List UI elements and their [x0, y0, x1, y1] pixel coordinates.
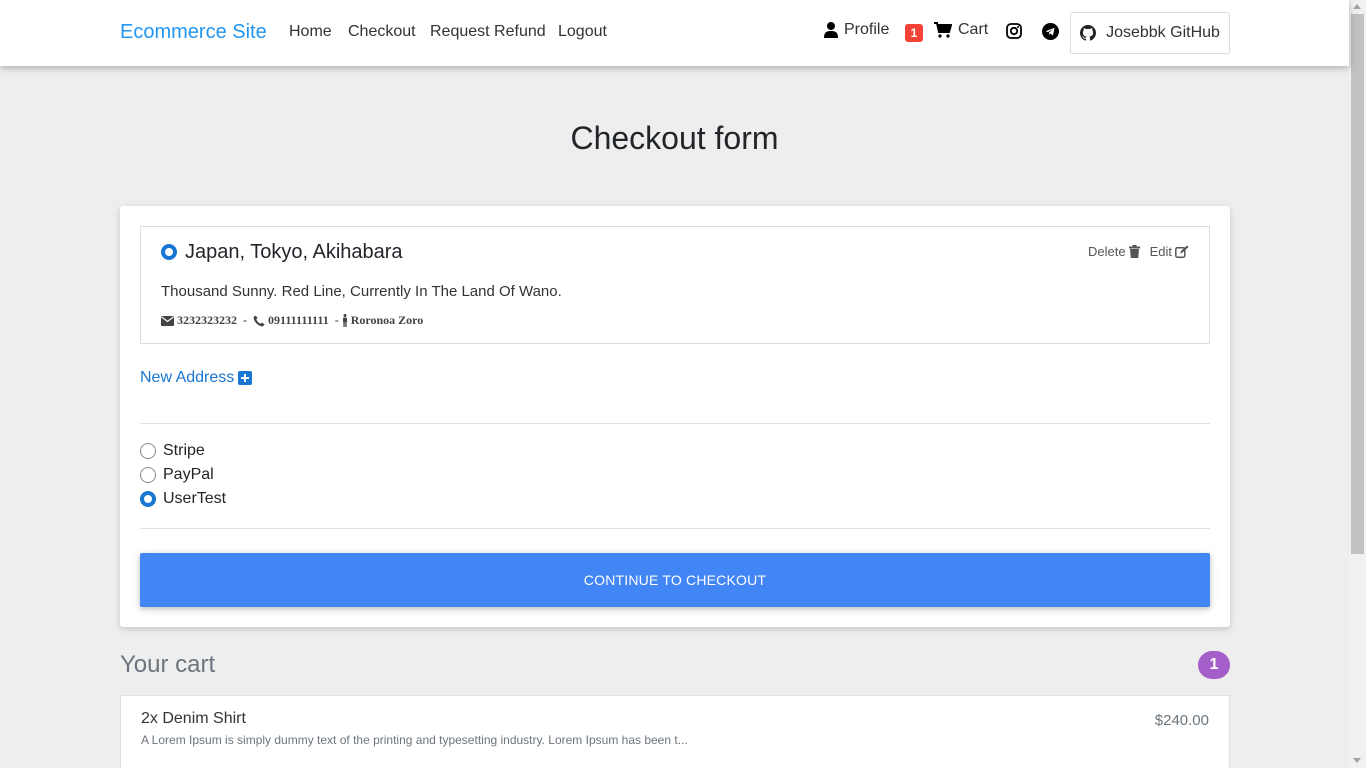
cart-item-description: A Lorem Ipsum is simply dummy text of th…: [141, 733, 688, 747]
telegram-icon: [1042, 23, 1059, 40]
cart-item: 2x Denim Shirt $240.00 A Lorem Ipsum is …: [120, 695, 1230, 768]
scrollbar-thumb[interactable]: [1351, 14, 1364, 554]
brand-link[interactable]: Ecommerce Site: [120, 21, 267, 44]
instagram-link[interactable]: [1006, 23, 1022, 39]
cart-item-name: 2x Denim Shirt: [141, 710, 246, 727]
phone-number: 09111111111: [268, 313, 329, 327]
person-icon: [342, 314, 347, 327]
separator: -: [240, 313, 250, 327]
address-radio[interactable]: [161, 244, 177, 260]
usertest-radio[interactable]: [140, 491, 156, 507]
profile-link[interactable]: Profile: [824, 21, 889, 39]
page-title: Checkout form: [570, 120, 779, 156]
continue-to-checkout-button[interactable]: CONTINUE TO CHECKOUT: [140, 553, 1210, 607]
address-line: Thousand Sunny. Red Line, Currently In T…: [161, 283, 562, 300]
paypal-label: PayPal: [163, 466, 214, 483]
user-icon: [824, 22, 838, 38]
nav-link-request-refund[interactable]: Request Refund: [430, 23, 546, 41]
instagram-icon: [1006, 23, 1022, 39]
cart-heading: Your cart: [120, 651, 216, 678]
github-icon: [1080, 25, 1097, 41]
plus-square-icon: [238, 371, 253, 385]
postal-code: 3232323232: [177, 313, 237, 327]
github-label: Josebbk GitHub: [1106, 24, 1220, 41]
telegram-link[interactable]: [1042, 23, 1059, 40]
address-card[interactable]: Japan, Tokyo, Akihabara Delete Edit Thou…: [140, 226, 1210, 344]
divider: [140, 423, 1210, 424]
cart-icon: [934, 22, 952, 38]
envelope-icon: [161, 315, 174, 326]
usertest-label: UserTest: [163, 490, 227, 507]
separator: -: [331, 313, 339, 327]
cart-link[interactable]: Cart: [934, 21, 988, 39]
recipient-name: Roronoa Zoro: [350, 313, 424, 327]
edit-icon: [1175, 245, 1189, 258]
delete-address-button[interactable]: Delete: [1088, 244, 1140, 259]
phone-icon: [253, 315, 265, 326]
nav-link-logout[interactable]: Logout: [558, 23, 607, 41]
address-details: 3232323232 - 09111111111 - Roronoa Zoro: [161, 313, 423, 328]
cart-count-badge: 1: [905, 24, 923, 42]
edit-label: Edit: [1149, 244, 1172, 259]
payment-option-paypal[interactable]: PayPal: [140, 466, 214, 484]
edit-address-button[interactable]: Edit: [1150, 244, 1189, 259]
github-button[interactable]: Josebbk GitHub: [1070, 12, 1230, 54]
new-address-label: New Address: [140, 369, 235, 386]
new-address-link[interactable]: New Address: [140, 369, 253, 387]
cart-label: Cart: [958, 21, 989, 38]
nav-link-checkout[interactable]: Checkout: [348, 23, 416, 41]
address-actions: Delete Edit: [1088, 244, 1189, 259]
divider: [140, 528, 1210, 529]
cart-item-price: $240.00: [1154, 712, 1209, 729]
scroll-up-arrow[interactable]: [1353, 4, 1361, 9]
delete-label: Delete: [1088, 244, 1126, 259]
cart-items-count-badge: 1: [1198, 651, 1230, 679]
stripe-label: Stripe: [163, 442, 205, 459]
scroll-down-arrow[interactable]: [1353, 758, 1361, 763]
nav-link-home[interactable]: Home: [289, 23, 332, 41]
profile-label: Profile: [844, 21, 890, 38]
paypal-radio[interactable]: [140, 467, 156, 483]
payment-option-usertest[interactable]: UserTest: [140, 490, 226, 508]
payment-option-stripe[interactable]: Stripe: [140, 442, 205, 460]
checkout-form-card: Japan, Tokyo, Akihabara Delete Edit Thou…: [120, 206, 1230, 627]
address-title: Japan, Tokyo, Akihabara: [185, 241, 403, 263]
trash-icon: [1128, 245, 1140, 258]
stripe-radio[interactable]: [140, 443, 156, 459]
navbar: Ecommerce Site Home Checkout Request Ref…: [0, 0, 1349, 66]
